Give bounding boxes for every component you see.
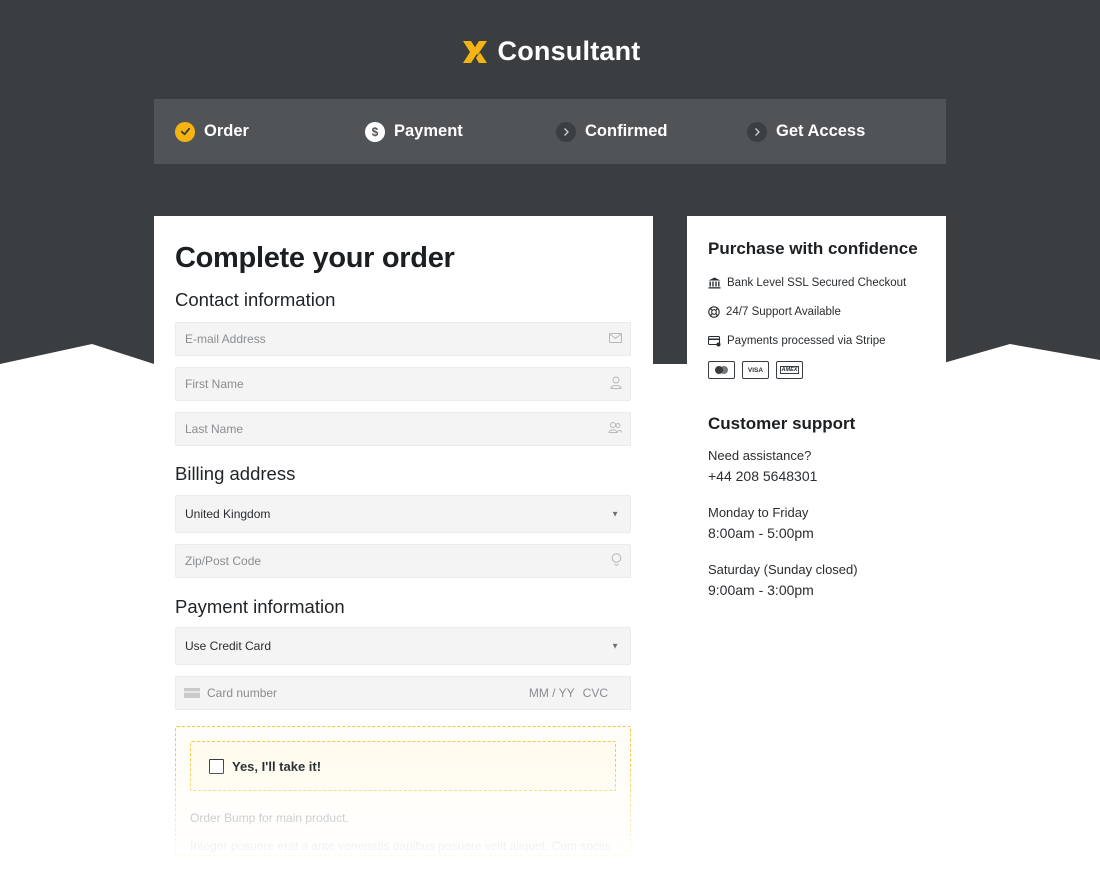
- step-label: Get Access: [776, 122, 866, 140]
- envelope-icon: [609, 332, 622, 346]
- amex-icon: AMEX: [776, 361, 803, 379]
- consultant-logo-icon: [462, 40, 487, 63]
- card-number-field[interactable]: Card number MM / YY CVC: [175, 676, 631, 710]
- step-confirmed[interactable]: Confirmed: [536, 121, 727, 142]
- card-icon: [708, 335, 721, 346]
- trust-item: Bank Level SSL Secured Checkout: [708, 274, 926, 292]
- weekday-label: Monday to Friday: [708, 505, 809, 520]
- country-select[interactable]: United Kingdom ▼: [175, 495, 631, 533]
- support-weekday: Monday to Friday 8:00am - 5:00pm: [708, 502, 926, 544]
- lifebuoy-icon: [708, 306, 720, 318]
- country-value: United Kingdom: [185, 507, 271, 521]
- checkout-steps: Order $ Payment Confirmed Get Access: [154, 99, 946, 164]
- caret-down-icon: ▼: [611, 509, 619, 519]
- last-name-field[interactable]: Last Name: [175, 412, 631, 446]
- support-need-label: Need assistance?: [708, 448, 812, 463]
- zip-placeholder: Zip/Post Code: [185, 554, 262, 568]
- users-icon: [608, 422, 622, 437]
- trust-text: 24/7 Support Available: [726, 306, 841, 318]
- last-name-placeholder: Last Name: [185, 422, 244, 436]
- step-label: Confirmed: [585, 122, 668, 140]
- location-pin-icon: [611, 553, 622, 569]
- order-bump-label: Yes, I'll take it!: [232, 758, 322, 774]
- brand-logo[interactable]: Consultant: [0, 36, 1100, 67]
- contact-section-title: Contact information: [175, 289, 336, 310]
- trust-text: Payments processed via Stripe: [727, 335, 886, 347]
- caret-down-icon: ▼: [611, 641, 619, 651]
- first-name-field[interactable]: First Name: [175, 367, 631, 401]
- payment-method-select[interactable]: Use Credit Card ▼: [175, 627, 631, 665]
- cvc-placeholder[interactable]: CVC: [583, 686, 608, 700]
- zip-field[interactable]: Zip/Post Code: [175, 544, 631, 578]
- expiry-placeholder[interactable]: MM / YY: [529, 686, 575, 700]
- mastercard-icon: [708, 361, 735, 379]
- support-contact: Need assistance? +44 208 5648301: [708, 445, 926, 487]
- step-label: Payment: [394, 122, 463, 140]
- chevron-circle-icon: [556, 121, 576, 142]
- first-name-placeholder: First Name: [185, 377, 244, 391]
- amex-label: AMEX: [779, 366, 800, 374]
- support-phone[interactable]: +44 208 5648301: [708, 466, 926, 487]
- order-bump: Yes, I'll take it! Order Bump for main p…: [175, 726, 631, 856]
- support-saturday: Saturday (Sunday closed) 9:00am - 3:00pm: [708, 559, 926, 601]
- checkbox-icon[interactable]: [209, 758, 224, 774]
- bank-icon: [708, 277, 721, 289]
- step-get-access[interactable]: Get Access: [727, 121, 918, 142]
- confidence-title: Purchase with confidence: [708, 239, 918, 258]
- chevron-circle-icon: [747, 121, 767, 142]
- step-payment[interactable]: $ Payment: [345, 121, 536, 142]
- page-title: Complete your order: [175, 242, 455, 274]
- dollar-circle-icon: $: [365, 121, 385, 142]
- email-placeholder: E-mail Address: [185, 332, 266, 346]
- payment-section-title: Payment information: [175, 596, 345, 617]
- order-form-card: Complete your order Contact information …: [154, 216, 653, 884]
- order-bump-description: Order Bump for main product.: [190, 811, 349, 825]
- trust-item: Payments processed via Stripe: [708, 332, 926, 350]
- credit-card-icon: [184, 688, 200, 698]
- saturday-hours: 9:00am - 3:00pm: [708, 582, 814, 598]
- card-number-placeholder: Card number: [207, 686, 278, 700]
- trust-text: Bank Level SSL Secured Checkout: [727, 277, 907, 289]
- check-circle-icon: [175, 121, 195, 142]
- billing-section-title: Billing address: [175, 463, 296, 484]
- weekday-hours: 8:00am - 5:00pm: [708, 525, 814, 541]
- saturday-label: Saturday (Sunday closed): [708, 562, 858, 577]
- visa-icon: VISA: [742, 361, 769, 379]
- email-field[interactable]: E-mail Address: [175, 322, 631, 356]
- step-label: Order: [204, 122, 249, 140]
- user-icon: [610, 376, 622, 392]
- payment-method-value: Use Credit Card: [185, 639, 272, 653]
- order-bump-checkbox-row[interactable]: Yes, I'll take it!: [190, 741, 616, 791]
- trust-list: Bank Level SSL Secured Checkout 24/7 Sup…: [708, 274, 926, 350]
- payment-logos: VISA AMEX: [708, 361, 926, 379]
- confidence-card: Purchase with confidence Bank Level SSL …: [687, 216, 946, 658]
- order-bump-description-2: Integer posuere erat a ante venenatis da…: [190, 839, 611, 853]
- support-title: Customer support: [708, 414, 856, 433]
- trust-item: 24/7 Support Available: [708, 303, 926, 321]
- brand-name: Consultant: [497, 36, 641, 66]
- step-order[interactable]: Order: [154, 121, 345, 142]
